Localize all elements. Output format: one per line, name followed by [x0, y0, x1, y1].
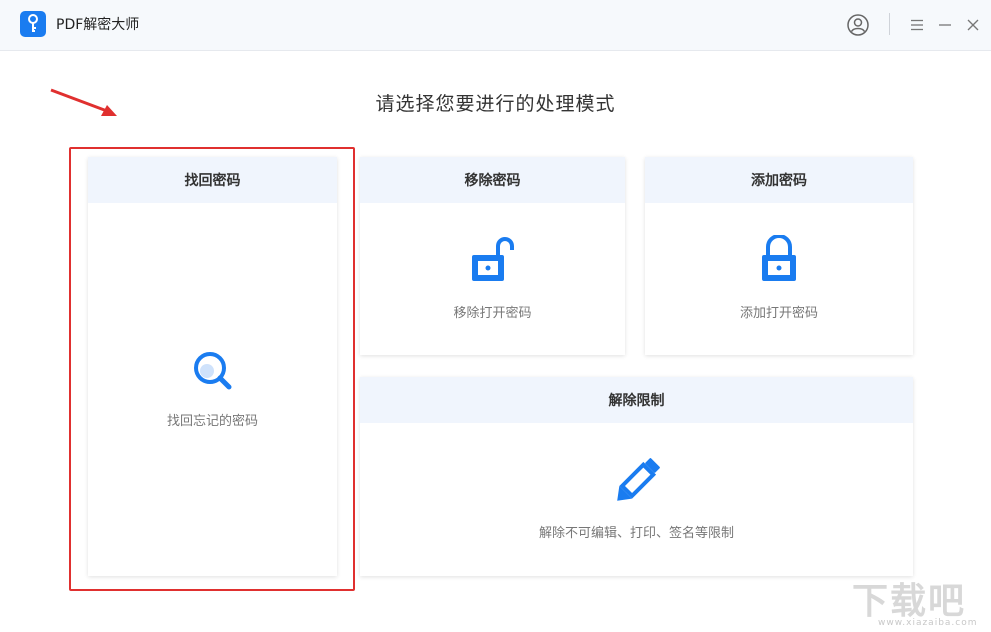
minimize-button[interactable] — [932, 12, 958, 38]
pencil-icon — [613, 457, 661, 509]
magnifier-icon — [192, 350, 234, 396]
menu-button[interactable] — [904, 12, 930, 38]
card-title: 找回密码 — [88, 157, 337, 203]
locked-padlock-icon — [759, 234, 799, 287]
menu-icon — [911, 19, 923, 31]
titlebar-divider — [889, 13, 890, 35]
card-title: 解除限制 — [360, 377, 913, 423]
watermark: 下载吧 www.xiazaiba.com — [848, 572, 988, 632]
remove-restrictions-card[interactable]: 解除限制 解除不可编辑、打印、签名等限制 — [360, 377, 913, 576]
user-account-button[interactable] — [845, 12, 871, 38]
card-description: 移除打开密码 — [453, 306, 532, 321]
card-title: 添加密码 — [645, 157, 913, 203]
user-account-icon — [847, 14, 869, 36]
remove-password-card[interactable]: 移除密码 移除打开密码 — [360, 157, 625, 355]
close-button[interactable] — [960, 12, 986, 38]
key-icon — [28, 14, 38, 32]
watermark-text: 下载吧 — [852, 581, 967, 622]
card-description: 找回忘记的密码 — [166, 414, 258, 429]
title-bar: PDF解密大师 — [0, 0, 991, 51]
minimize-icon — [939, 24, 951, 26]
app-logo — [20, 11, 46, 37]
card-title: 移除密码 — [360, 157, 625, 203]
unlocked-padlock-icon — [470, 235, 516, 287]
close-icon — [967, 19, 979, 31]
card-description: 解除不可编辑、打印、签名等限制 — [538, 526, 734, 541]
add-password-card[interactable]: 添加密码 添加打开密码 — [645, 157, 913, 355]
card-description: 添加打开密码 — [739, 306, 818, 321]
app-title: PDF解密大师 — [56, 17, 140, 33]
watermark-url: www.xiazaiba.com — [878, 618, 978, 628]
page-heading: 请选择您要进行的处理模式 — [375, 93, 616, 115]
recover-password-card[interactable]: 找回密码 找回忘记的密码 — [88, 157, 337, 576]
